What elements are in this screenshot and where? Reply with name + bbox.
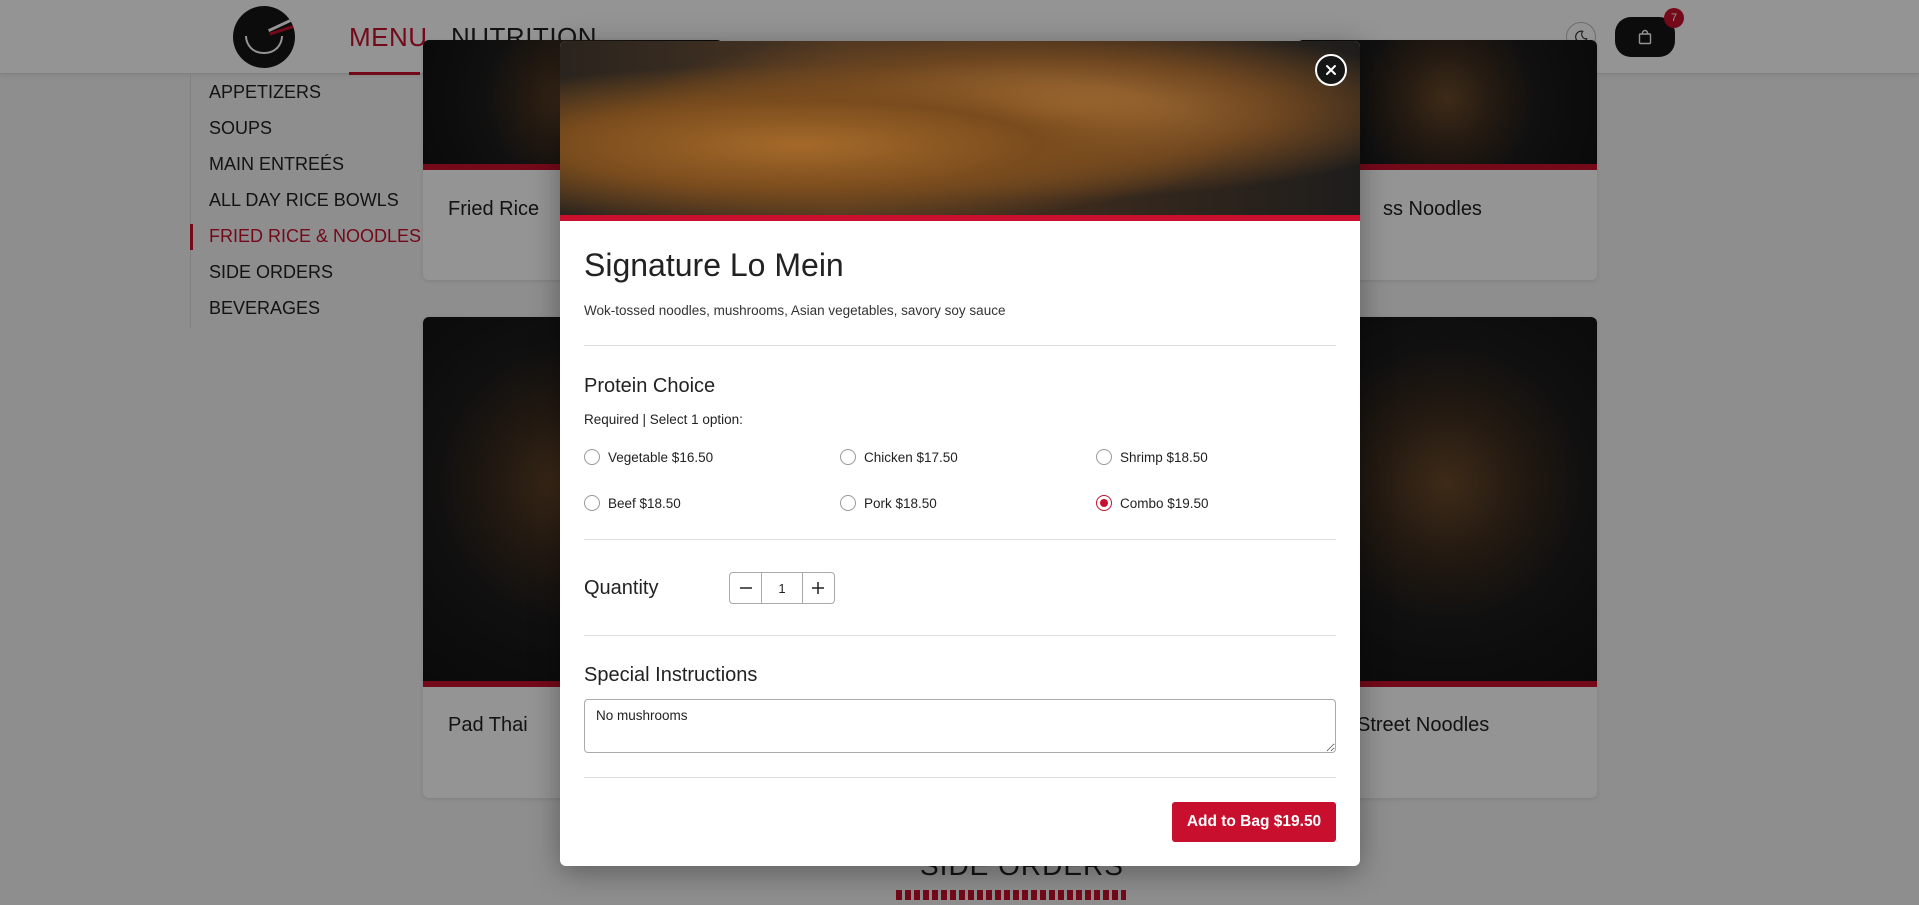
minus-icon <box>739 587 752 589</box>
close-icon <box>1326 65 1336 75</box>
option-label: Vegetable $16.50 <box>608 449 714 465</box>
quantity-value[interactable]: 1 <box>761 573 803 603</box>
item-title: Signature Lo Mein <box>584 247 844 283</box>
option-label: Beef $18.50 <box>608 495 681 511</box>
protein-option-combo[interactable]: Combo $19.50 <box>1096 495 1209 511</box>
radio-button[interactable] <box>840 495 856 511</box>
option-label: Shrimp $18.50 <box>1120 449 1208 465</box>
divider <box>584 345 1336 346</box>
add-to-bag-button[interactable]: Add to Bag $19.50 <box>1172 802 1336 842</box>
radio-button[interactable] <box>584 449 600 465</box>
special-instructions-heading: Special Instructions <box>584 664 758 686</box>
quantity-label: Quantity <box>584 577 659 599</box>
divider <box>584 777 1336 778</box>
close-button[interactable] <box>1315 54 1347 86</box>
decrement-button[interactable] <box>730 573 761 603</box>
dish-hero-image <box>560 41 1360 215</box>
hero-accent-line <box>560 215 1360 221</box>
quantity-stepper: 1 <box>729 572 835 604</box>
divider <box>584 539 1336 540</box>
protein-option-shrimp[interactable]: Shrimp $18.50 <box>1096 449 1208 465</box>
radio-button[interactable] <box>840 449 856 465</box>
protein-requirement-note: Required | Select 1 option: <box>584 412 743 427</box>
special-instructions-field[interactable]: No mushrooms <box>584 699 1336 753</box>
option-label: Pork $18.50 <box>864 495 937 511</box>
divider <box>584 635 1336 636</box>
protein-option-chicken[interactable]: Chicken $17.50 <box>840 449 958 465</box>
increment-button[interactable] <box>803 573 834 603</box>
protein-option-vegetable[interactable]: Vegetable $16.50 <box>584 449 713 465</box>
plus-icon <box>812 582 825 594</box>
option-label: Chicken $17.50 <box>864 449 958 465</box>
item-detail-modal: Signature Lo Mein Wok-tossed noodles, mu… <box>560 41 1360 866</box>
radio-button[interactable] <box>1096 449 1112 465</box>
protein-option-pork[interactable]: Pork $18.50 <box>840 495 937 511</box>
protein-option-beef[interactable]: Beef $18.50 <box>584 495 681 511</box>
option-label: Combo $19.50 <box>1120 495 1209 511</box>
radio-button-selected[interactable] <box>1096 495 1112 511</box>
item-description: Wok-tossed noodles, mushrooms, Asian veg… <box>584 303 1006 318</box>
protein-heading: Protein Choice <box>584 375 716 397</box>
radio-button[interactable] <box>584 495 600 511</box>
